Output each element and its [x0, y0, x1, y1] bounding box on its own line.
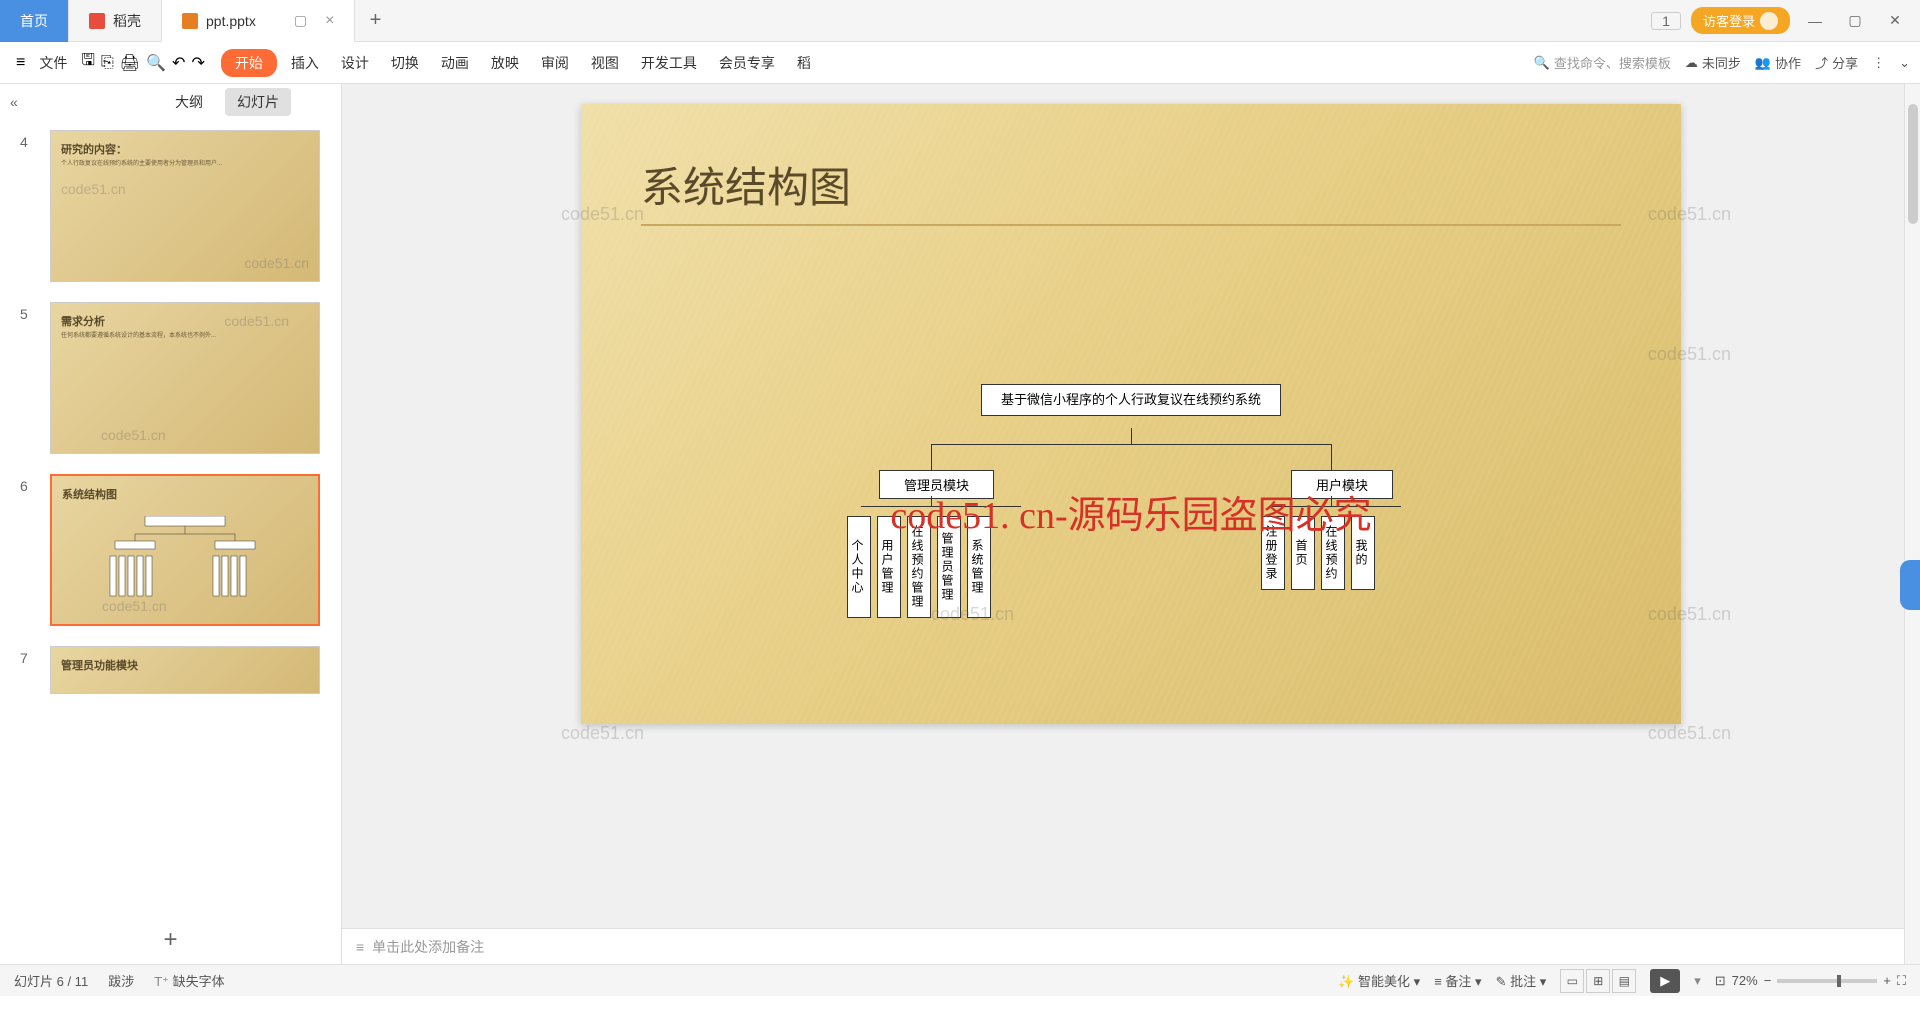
slide-content[interactable]: 系统结构图 基于微信小程序的个人行政复议在线预约系统 管理员模块 用户模块: [581, 104, 1681, 724]
canvas-scroll[interactable]: 系统结构图 基于微信小程序的个人行政复议在线预约系统 管理员模块 用户模块: [342, 84, 1920, 928]
notes-button[interactable]: ≡ 备注 ▾: [1434, 971, 1481, 990]
outline-tab[interactable]: 大纲: [163, 88, 215, 116]
scrollbar-thumb[interactable]: [1908, 104, 1918, 224]
ribbon-transition[interactable]: 切换: [383, 49, 427, 77]
collapse-ribbon-icon[interactable]: ⌄: [1899, 55, 1910, 71]
right-panel-handle[interactable]: [1900, 560, 1920, 610]
slide-title[interactable]: 系统结构图: [641, 154, 851, 215]
undo-icon[interactable]: ↶: [172, 53, 185, 73]
ribbon-design[interactable]: 设计: [333, 49, 377, 77]
beautify-button[interactable]: ✨ 智能美化 ▾: [1338, 971, 1420, 990]
zoom-in-button[interactable]: +: [1883, 973, 1891, 988]
vertical-scrollbar[interactable]: [1904, 84, 1920, 964]
ribbon-start[interactable]: 开始: [221, 49, 277, 77]
thumbnail-4[interactable]: 研究的内容：个人行政复议在线预约系统的主要使用者分为管理员和用户...code5…: [50, 130, 320, 282]
thumbnail-5[interactable]: 需求分析任何系统都要遵循系统设计的基本流程，本系统也不例外...code51.c…: [50, 302, 320, 454]
login-button[interactable]: 访客登录: [1691, 7, 1790, 34]
view-normal-button[interactable]: ▭: [1560, 969, 1584, 993]
watermark: code51.cn: [1648, 204, 1731, 225]
sync-button[interactable]: ☁未同步: [1685, 53, 1741, 72]
export-icon[interactable]: ⎘: [101, 54, 114, 72]
close-button[interactable]: ✕: [1880, 12, 1910, 29]
divider: [641, 224, 1621, 226]
zoom-control[interactable]: ⊡ 72% − + ⛶: [1715, 973, 1906, 989]
watermark: code51.cn: [1648, 604, 1731, 625]
save-icon[interactable]: 🖫: [81, 49, 95, 76]
status-lang[interactable]: 跋涉: [108, 971, 134, 990]
tab-file[interactable]: ppt.pptx▢×: [162, 0, 355, 42]
ppt-icon: [182, 13, 198, 29]
zoom-out-button[interactable]: −: [1764, 973, 1772, 988]
hamburger-icon[interactable]: ≡: [16, 54, 25, 72]
watermark: code51.cn: [1648, 344, 1731, 365]
overlay-watermark-text: code51. cn-源码乐园盗图必究: [890, 484, 1371, 539]
canvas-area: 系统结构图 基于微信小程序的个人行政复议在线预约系统 管理员模块 用户模块: [342, 84, 1920, 964]
add-tab-button[interactable]: +: [355, 9, 395, 32]
redo-icon[interactable]: ↷: [191, 53, 204, 73]
chart-root-node: 基于微信小程序的个人行政复议在线预约系统: [981, 384, 1281, 416]
collab-button[interactable]: 👥协作: [1755, 53, 1801, 72]
fit-icon[interactable]: ⊡: [1715, 973, 1726, 989]
cloud-icon: ☁: [1685, 55, 1698, 71]
slides-tab[interactable]: 幻灯片: [225, 88, 291, 116]
thumbnail-7[interactable]: 管理员功能模块: [50, 646, 320, 694]
slide-panel: « 大纲 幻灯片 4研究的内容：个人行政复议在线预约系统的主要使用者分为管理员和…: [0, 84, 342, 964]
ribbon-more[interactable]: 稻: [789, 49, 819, 77]
close-icon[interactable]: ×: [325, 12, 334, 30]
file-menu[interactable]: 文件: [31, 49, 75, 77]
ribbon-review[interactable]: 审阅: [533, 49, 577, 77]
ribbon-insert[interactable]: 插入: [283, 49, 327, 77]
slideshow-button[interactable]: ▶: [1650, 969, 1680, 993]
tab-daoke[interactable]: 稻壳: [69, 0, 162, 42]
maximize-button[interactable]: ▢: [1840, 12, 1870, 29]
ribbon-member[interactable]: 会员专享: [711, 49, 783, 77]
ribbon-devtools[interactable]: 开发工具: [633, 49, 705, 77]
statusbar: 幻灯片 6 / 11 跋涉 T⁺ 缺失字体 ✨ 智能美化 ▾ ≡ 备注 ▾ ✎ …: [0, 964, 1920, 996]
tab-home[interactable]: 首页: [0, 0, 69, 42]
search-icon: 🔍: [1534, 55, 1550, 71]
title-tabbar: 首页 稻壳 ppt.pptx▢× + 1 访客登录 — ▢ ✕: [0, 0, 1920, 42]
ribbon-slideshow[interactable]: 放映: [483, 49, 527, 77]
missing-font-button[interactable]: T⁺ 缺失字体: [154, 971, 224, 990]
watermark: code51.cn: [561, 723, 644, 744]
avatar-icon: [1760, 12, 1778, 30]
zoom-slider[interactable]: [1777, 979, 1877, 983]
slide-position: 幻灯片 6 / 11: [14, 971, 88, 990]
view-sorter-button[interactable]: ⊞: [1586, 969, 1610, 993]
view-reading-button[interactable]: ▤: [1612, 969, 1636, 993]
add-slide-button[interactable]: +: [0, 916, 341, 964]
thumbnail-list[interactable]: 4研究的内容：个人行政复议在线预约系统的主要使用者分为管理员和用户...code…: [0, 120, 341, 916]
preview-icon[interactable]: 🔍: [146, 53, 166, 73]
fullscreen-icon[interactable]: ⛶: [1897, 973, 1906, 989]
notes-bar[interactable]: ≡单击此处添加备注: [342, 928, 1920, 964]
share-icon: ⤴: [1815, 53, 1828, 72]
ribbon: ≡ 文件 🖫 ⎘ 🖨 🔍 ↶ ↷ 开始 插入 设计 切换 动画 放映 审阅 视图…: [0, 42, 1920, 84]
notes-icon: ≡: [356, 939, 364, 955]
ribbon-animation[interactable]: 动画: [433, 49, 477, 77]
tab-window-icon[interactable]: ▢: [294, 12, 307, 29]
ribbon-view[interactable]: 视图: [583, 49, 627, 77]
mini-chart-icon: [95, 516, 275, 606]
share-button[interactable]: ⤴分享: [1815, 53, 1858, 72]
watermark: code51.cn: [1648, 723, 1731, 744]
print-icon[interactable]: 🖨: [120, 53, 140, 73]
search-input[interactable]: 🔍查找命令、搜索模板: [1534, 53, 1671, 72]
daoke-icon: [89, 13, 105, 29]
thumb-number: 4: [20, 130, 40, 282]
comments-button[interactable]: ✎ 批注 ▾: [1496, 971, 1547, 990]
collapse-panel-icon[interactable]: «: [10, 94, 18, 110]
minimize-button[interactable]: —: [1800, 13, 1830, 29]
people-icon: 👥: [1755, 55, 1771, 71]
watermark: code51.cn: [561, 204, 644, 225]
thumb-number: 6: [20, 474, 40, 626]
thumb-number: 7: [20, 646, 40, 694]
more-icon[interactable]: ⋮: [1872, 55, 1885, 71]
thumb-number: 5: [20, 302, 40, 454]
thumbnail-6[interactable]: 系统结构图 code51.cn: [50, 474, 320, 626]
badge-icon[interactable]: 1: [1651, 12, 1681, 30]
